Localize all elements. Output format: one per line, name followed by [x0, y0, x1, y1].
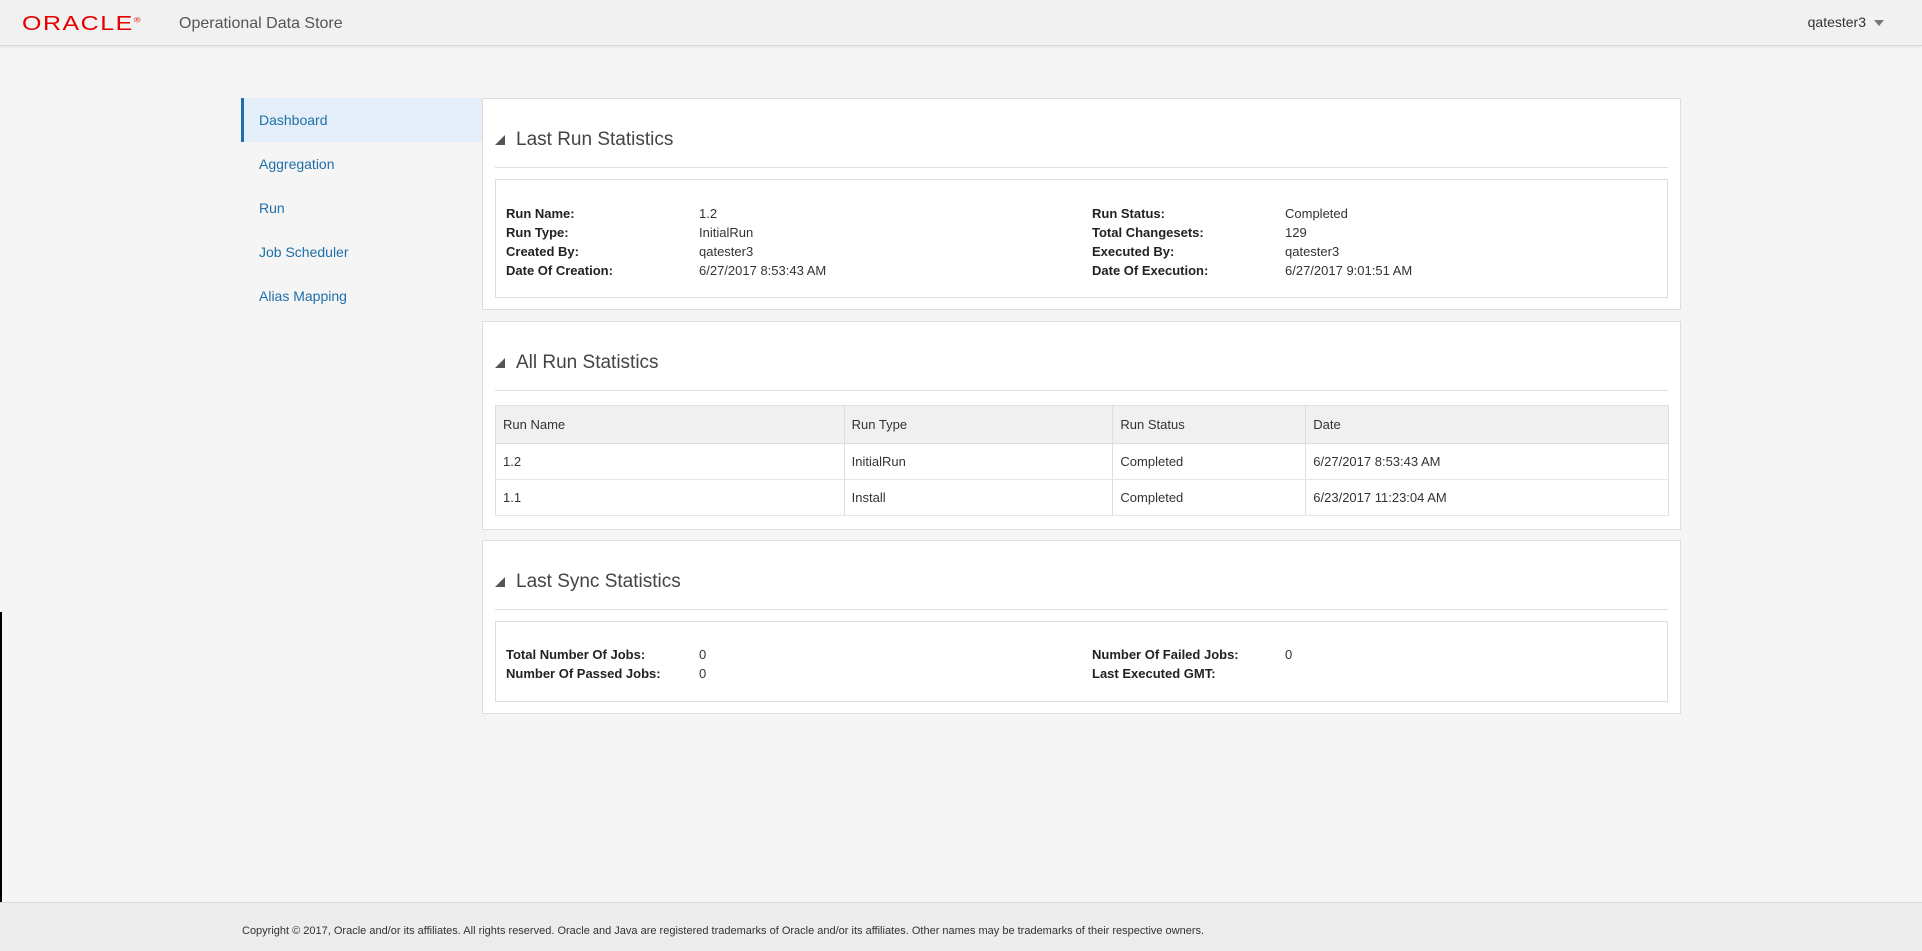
stat-label: Number Of Failed Jobs:: [1092, 647, 1239, 662]
caret-down-icon: [1874, 20, 1884, 26]
last-sync-title: Last Sync Statistics: [516, 571, 681, 592]
stat-label: Date Of Execution:: [1092, 263, 1209, 278]
sidebar-item-job-scheduler[interactable]: Job Scheduler: [241, 230, 483, 274]
all-runs-panel: All Run Statistics Run Name Run Type Run…: [482, 321, 1681, 530]
column-header-run-status[interactable]: Run Status: [1112, 405, 1307, 444]
logo-registered-mark: ®: [133, 15, 142, 25]
stat-value: InitialRun: [699, 225, 754, 240]
stat-label: Executed By:: [1092, 244, 1175, 259]
stat-value: 1.2: [699, 206, 718, 221]
stat-label: Number Of Passed Jobs:: [506, 666, 661, 681]
collapse-triangle-icon[interactable]: [495, 135, 505, 145]
cell-run-status: Completed: [1112, 479, 1307, 516]
sidebar-item-dashboard[interactable]: Dashboard: [241, 98, 483, 142]
user-menu[interactable]: qatester3: [1808, 14, 1884, 30]
copyright-text: Copyright © 2017, Oracle and/or its affi…: [242, 925, 1205, 937]
stat-label: Run Status:: [1092, 206, 1165, 221]
stat-label: Last Executed GMT:: [1092, 666, 1216, 681]
last-sync-panel: Last Sync Statistics Total Number Of Job…: [482, 540, 1681, 714]
stat-value: Completed: [1285, 206, 1348, 221]
app-header: ORACLE® Operational Data Store qatester3: [0, 0, 1922, 46]
sidebar-item-run[interactable]: Run: [241, 186, 483, 230]
sidebar-item-aggregation[interactable]: Aggregation: [241, 142, 483, 186]
stat-label: Run Type:: [506, 225, 569, 240]
oracle-logo[interactable]: ORACLE®: [22, 12, 142, 36]
sidebar-nav: Dashboard Aggregation Run Job Scheduler …: [241, 98, 483, 318]
cell-run-status: Completed: [1112, 443, 1307, 480]
table-header-row: Run Name Run Type Run Status Date: [495, 405, 1669, 444]
cell-date: 6/23/2017 11:23:04 AM: [1305, 479, 1669, 516]
runs-table: Run Name Run Type Run Status Date 1.2 In…: [495, 405, 1669, 516]
cell-run-type: InitialRun: [844, 443, 1114, 480]
all-runs-header[interactable]: All Run Statistics: [495, 322, 1668, 391]
stat-label: Total Number Of Jobs:: [506, 647, 646, 662]
stat-value: qatester3: [699, 244, 754, 259]
stat-label: Created By:: [506, 244, 579, 259]
table-row[interactable]: 1.1 Install Completed 6/23/2017 11:23:04…: [495, 479, 1669, 516]
stat-value: 0: [699, 647, 707, 662]
user-name: qatester3: [1807, 14, 1866, 30]
stat-label: Date Of Creation:: [506, 263, 613, 278]
page-footer: Copyright © 2017, Oracle and/or its affi…: [0, 902, 1922, 951]
cell-run-name: 1.1: [495, 479, 845, 516]
stat-value: 129: [1285, 225, 1307, 240]
logo-text: ORACLE: [22, 12, 134, 35]
app-title: Operational Data Store: [179, 15, 343, 32]
last-run-panel: Last Run Statistics Run Name: 1.2 Run Typ…: [482, 98, 1681, 310]
all-runs-title: All Run Statistics: [516, 352, 659, 373]
last-run-header[interactable]: Last Run Statistics: [495, 99, 1668, 168]
collapse-triangle-icon[interactable]: [495, 577, 505, 587]
table-row[interactable]: 1.2 InitialRun Completed 6/27/2017 8:53:…: [495, 443, 1669, 480]
last-run-title: Last Run Statistics: [516, 129, 674, 150]
cell-run-name: 1.2: [495, 443, 845, 480]
stat-value: qatester3: [1285, 244, 1340, 259]
stat-label: Total Changesets:: [1092, 225, 1204, 240]
stat-value: 0: [699, 666, 707, 681]
collapse-triangle-icon[interactable]: [495, 358, 505, 368]
stat-value: 6/27/2017 9:01:51 AM: [1285, 263, 1413, 278]
cell-run-type: Install: [844, 479, 1114, 516]
last-sync-header[interactable]: Last Sync Statistics: [495, 541, 1668, 610]
last-sync-stats: Total Number Of Jobs: 0 Number Of Passed …: [495, 621, 1668, 702]
column-header-run-type[interactable]: Run Type: [844, 405, 1114, 444]
stat-label: Run Name:: [506, 206, 575, 221]
stat-value: 6/27/2017 8:53:43 AM: [699, 263, 827, 278]
last-run-stats: Run Name: 1.2 Run Type: InitialRun Created…: [495, 179, 1668, 298]
column-header-run-name[interactable]: Run Name: [495, 405, 845, 444]
window-edge: [0, 612, 2, 902]
cell-date: 6/27/2017 8:53:43 AM: [1305, 443, 1669, 480]
sidebar-item-alias-mapping[interactable]: Alias Mapping: [241, 274, 483, 318]
stat-value: 0: [1285, 647, 1293, 662]
column-header-date[interactable]: Date: [1305, 405, 1669, 444]
